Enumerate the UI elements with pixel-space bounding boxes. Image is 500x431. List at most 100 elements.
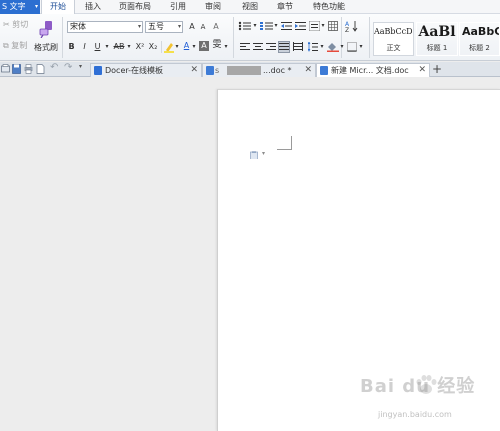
- font-size-select[interactable]: 五号 ▾: [145, 21, 183, 33]
- tab-home[interactable]: 开始: [41, 0, 75, 14]
- chevron-down-icon[interactable]: ▾: [320, 21, 326, 31]
- chevron-down-icon[interactable]: ▾: [319, 42, 325, 52]
- chevron-down-icon[interactable]: ▾: [252, 21, 258, 31]
- tab-document-2[interactable]: s ...doc * ✕: [202, 63, 316, 77]
- numbered-list-icon: [260, 22, 273, 30]
- print-preview-icon[interactable]: [1, 64, 10, 74]
- line-spacing-icon: [307, 41, 318, 52]
- new-document-icon[interactable]: [36, 64, 45, 74]
- bold-button[interactable]: B: [67, 42, 76, 52]
- shading-button[interactable]: [327, 42, 339, 52]
- subscript-icon: X₂: [148, 42, 158, 51]
- chevron-down-icon[interactable]: ▾: [79, 63, 88, 73]
- style-heading-1-label: 标题 1: [426, 44, 448, 52]
- chevron-down-icon[interactable]: ▾: [262, 150, 265, 157]
- tab-label: ...doc *: [263, 66, 292, 75]
- bullet-list-button[interactable]: [238, 21, 252, 31]
- margin-corner-mark: [277, 136, 292, 150]
- watermark-url: jingyan.baidu.com: [378, 410, 452, 419]
- tab-references[interactable]: 引用: [163, 0, 193, 14]
- paste-options-icon[interactable]: [250, 151, 258, 159]
- tab-insert[interactable]: 插入: [78, 0, 108, 14]
- shrink-font-button[interactable]: A: [198, 22, 208, 32]
- style-heading-2[interactable]: AaBbC 标题 2: [459, 22, 500, 56]
- highlight-button[interactable]: [164, 42, 174, 53]
- paint-bucket-icon: [327, 43, 339, 52]
- new-tab-button[interactable]: +: [430, 62, 444, 77]
- tab-docer-templates[interactable]: Docer-在线模板 ✕: [90, 63, 202, 77]
- close-icon[interactable]: ✕: [304, 64, 312, 77]
- chevron-down-icon[interactable]: ▾: [223, 42, 229, 52]
- phonetic-button[interactable]: 雯: [212, 40, 222, 50]
- docer-icon: [94, 66, 102, 75]
- decrease-indent-icon: [281, 22, 292, 30]
- strikethrough-button[interactable]: AB: [112, 42, 126, 52]
- underline-icon: U: [94, 42, 101, 51]
- chevron-down-icon: ▾: [34, 3, 38, 10]
- grow-font-button[interactable]: A: [187, 22, 197, 32]
- align-center-button[interactable]: [253, 42, 263, 52]
- strikethrough-icon: AB: [113, 42, 125, 51]
- clear-format-button[interactable]: A: [210, 22, 222, 32]
- format-painter-button[interactable]: 格式刷: [34, 18, 58, 58]
- tab-review[interactable]: 审阅: [198, 0, 228, 14]
- tab-view[interactable]: 视图: [235, 0, 265, 14]
- style-heading-2-label: 标题 2: [469, 44, 490, 52]
- redo-icon[interactable]: ↷: [64, 62, 73, 73]
- close-icon[interactable]: ✕: [190, 64, 198, 77]
- close-icon[interactable]: ✕: [418, 64, 426, 77]
- superscript-button[interactable]: X²: [134, 42, 146, 52]
- tab-page-layout[interactable]: 页面布局: [114, 0, 156, 14]
- save-icon[interactable]: [12, 64, 21, 74]
- distribute-button[interactable]: [293, 42, 303, 52]
- underline-button[interactable]: U: [93, 42, 102, 52]
- undo-icon[interactable]: ↶: [50, 62, 59, 73]
- justify-button[interactable]: [278, 41, 290, 53]
- chevron-down-icon[interactable]: ▾: [273, 21, 279, 31]
- font-size-value: 五号: [148, 22, 164, 31]
- char-shading-button[interactable]: A: [199, 41, 209, 51]
- group-divider: [369, 17, 370, 58]
- font-family-select[interactable]: 宋体 ▾: [67, 21, 143, 33]
- numbered-list-button[interactable]: [260, 21, 274, 31]
- ribbon: ✂ 剪切 ⧉ 复制 格式刷 宋体 ▾ 五号 ▾ A A A B I U ▾ AB…: [0, 14, 500, 61]
- align-right-icon: [266, 43, 276, 50]
- menu-bar: S 文字 ▾ 开始 插入 页面布局 引用 审阅 视图 章节 特色功能: [0, 0, 500, 14]
- style-heading-1[interactable]: AaBl 标题 1: [416, 22, 458, 56]
- tab-special[interactable]: 特色功能: [307, 0, 351, 14]
- align-left-button[interactable]: [240, 42, 250, 52]
- document-tab-strip: ↶ ↷ ▾ Docer-在线模板 ✕ s ...doc * ✕ 新建 Micr.…: [0, 62, 500, 77]
- chevron-down-icon[interactable]: ▾: [126, 42, 132, 52]
- subscript-button[interactable]: X₂: [147, 42, 159, 52]
- style-normal[interactable]: AaBbCcDd 正文: [373, 22, 414, 56]
- align-center-icon: [253, 43, 263, 50]
- border-button[interactable]: [347, 42, 357, 52]
- chevron-down-icon[interactable]: ▾: [339, 42, 345, 52]
- align-left-icon: [240, 43, 250, 50]
- line-spacing-button[interactable]: [307, 41, 318, 52]
- increase-indent-button[interactable]: [295, 21, 306, 31]
- tab-label: 新建 Micr... 文档.doc: [331, 66, 409, 75]
- app-menu-button[interactable]: S 文字 ▾: [0, 0, 40, 14]
- chevron-down-icon[interactable]: ▾: [191, 42, 197, 52]
- italic-button[interactable]: I: [80, 42, 89, 52]
- table-button[interactable]: [328, 21, 338, 31]
- sort-button[interactable]: AZ: [345, 20, 365, 34]
- tab-new-document[interactable]: 新建 Micr... 文档.doc ✕: [316, 63, 430, 77]
- align-right-button[interactable]: [266, 42, 276, 52]
- chevron-down-icon[interactable]: ▾: [358, 42, 364, 52]
- text-direction-button[interactable]: [308, 20, 321, 32]
- table-icon: [328, 21, 338, 31]
- font-color-button[interactable]: A: [182, 41, 191, 51]
- cut-button[interactable]: ✂ 剪切: [3, 19, 28, 30]
- decrease-indent-button[interactable]: [281, 21, 292, 31]
- group-divider: [233, 17, 234, 58]
- app-menu-label: S 文字: [2, 2, 26, 11]
- chevron-down-icon[interactable]: ▾: [174, 42, 180, 52]
- print-icon[interactable]: [24, 64, 33, 74]
- tab-chapter[interactable]: 章节: [270, 0, 300, 14]
- eraser-icon: A: [213, 22, 219, 31]
- copy-button[interactable]: ⧉ 复制: [3, 40, 27, 51]
- text-direction-icon: [308, 20, 321, 32]
- chevron-down-icon[interactable]: ▾: [104, 42, 110, 52]
